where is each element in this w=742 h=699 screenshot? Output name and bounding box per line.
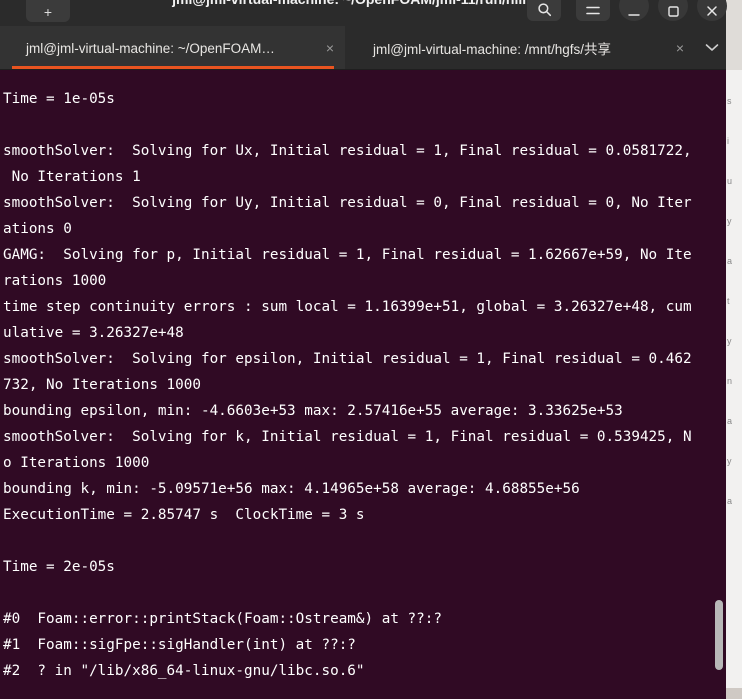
close-icon bbox=[706, 5, 718, 17]
maximize-button[interactable] bbox=[658, 0, 688, 21]
search-icon bbox=[537, 2, 552, 17]
window-title: jml@jml-virtual-machine: ~/OpenFOAM/jml-… bbox=[0, 0, 726, 7]
terminal-line: #0 Foam::error::printStack(Foam::Ostream… bbox=[3, 611, 442, 627]
background-window[interactable]: s i u y a t y n a y a bbox=[726, 0, 742, 699]
menu-button[interactable] bbox=[576, 0, 610, 21]
tab-label: jml@jml-virtual-machine: ~/OpenFOAM… bbox=[26, 40, 275, 56]
maximize-icon bbox=[667, 6, 679, 17]
terminal-line: No Iterations 1 bbox=[3, 169, 141, 185]
terminal-line: ExecutionTime = 2.85747 s ClockTime = 3 … bbox=[3, 507, 365, 523]
terminal-line: bounding epsilon, min: -4.6603e+53 max: … bbox=[3, 403, 623, 419]
background-window-ghost-text: a bbox=[727, 496, 733, 506]
terminal-line: Time = 1e-05s bbox=[3, 91, 115, 107]
background-window-ghost-text: u bbox=[727, 176, 733, 186]
tab-mnt-hgfs[interactable]: jml@jml-virtual-machine: /mnt/hgfs/共享 × bbox=[347, 26, 695, 70]
chevron-down-icon bbox=[705, 39, 719, 57]
tab-list-dropdown-button[interactable] bbox=[697, 26, 726, 70]
terminal-window: siuyatynaya ⎵⎵ + jml@jml-virtual-machine… bbox=[0, 0, 742, 699]
terminal-line: smoothSolver: Solving for Ux, Initial re… bbox=[3, 143, 692, 159]
terminal-line: #2 ? in "/lib/x86_64-linux-gnu/libc.so.6… bbox=[3, 663, 365, 679]
background-window-ghost-text: a bbox=[727, 256, 733, 266]
terminal-line: GAMG: Solving for p, Initial residual = … bbox=[3, 247, 692, 263]
background-window-ghost-text: t bbox=[727, 296, 730, 306]
close-button[interactable] bbox=[697, 0, 727, 21]
search-button[interactable] bbox=[527, 0, 561, 21]
background-window-ghost-text: s bbox=[727, 96, 732, 106]
scrollbar-thumb[interactable] bbox=[715, 600, 723, 670]
terminal-text: Time = 1e-05s smoothSolver: Solving for U… bbox=[3, 86, 726, 684]
minimize-button[interactable] bbox=[619, 0, 649, 21]
terminal-output-area[interactable]: Time = 1e-05s smoothSolver: Solving for U… bbox=[0, 70, 726, 699]
terminal-line: ulative = 3.26327e+48 bbox=[3, 325, 184, 341]
terminal-line: smoothSolver: Solving for k, Initial res… bbox=[3, 429, 692, 445]
terminal-line: o Iterations 1000 bbox=[3, 455, 150, 471]
tab-label: jml@jml-virtual-machine: /mnt/hgfs/共享 bbox=[373, 42, 611, 57]
terminal-line: time step continuity errors : sum local … bbox=[3, 299, 692, 315]
terminal-line: 732, No Iterations 1000 bbox=[3, 377, 201, 393]
terminal-line: Time = 2e-05s bbox=[3, 559, 115, 575]
background-window-ghost-text: y bbox=[727, 216, 732, 226]
terminal-line: rations 1000 bbox=[3, 273, 107, 289]
terminal-line: smoothSolver: Solving for epsilon, Initi… bbox=[3, 351, 692, 367]
background-window-ghost-text: a bbox=[727, 416, 733, 426]
terminal-line: smoothSolver: Solving for Uy, Initial re… bbox=[3, 195, 692, 211]
background-window-ghost-text: y bbox=[727, 456, 732, 466]
minimize-icon bbox=[628, 7, 640, 17]
background-window-titlebar bbox=[726, 0, 742, 70]
background-window-ghost-text: n bbox=[727, 376, 733, 386]
terminal-line: #1 Foam::sigFpe::sigHandler(int) at ??:? bbox=[3, 637, 356, 653]
terminal-line: bounding k, min: -5.09571e+56 max: 4.149… bbox=[3, 481, 580, 497]
tabbar-divider bbox=[0, 69, 726, 70]
tab-close-icon[interactable]: × bbox=[315, 40, 345, 56]
background-window-ghost-text: i bbox=[727, 136, 729, 146]
tab-close-icon[interactable]: × bbox=[665, 40, 695, 56]
tab-bar: jml@jml-virtual-machine: ~/OpenFOAM… × j… bbox=[0, 26, 726, 70]
vertical-scrollbar[interactable] bbox=[712, 70, 726, 699]
hamburger-menu-icon bbox=[585, 4, 601, 17]
background-window-ghost-text: y bbox=[727, 336, 732, 346]
titlebar: + jml@jml-virtual-machine: ~/OpenFOAM/jm… bbox=[0, 0, 727, 26]
terminal-line: ations 0 bbox=[3, 221, 72, 237]
tab-openfoam-run[interactable]: jml@jml-virtual-machine: ~/OpenFOAM… × bbox=[0, 26, 345, 70]
